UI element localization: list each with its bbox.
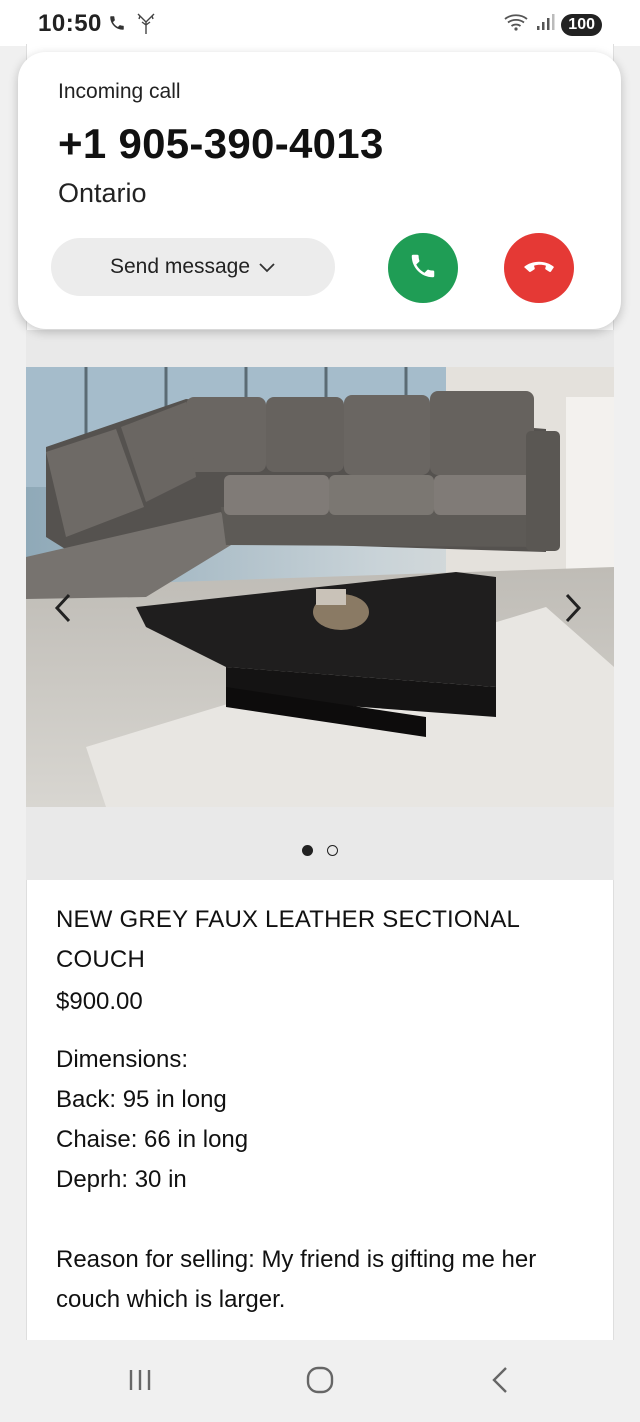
- listing-title: NEW GREY FAUX LEATHER SECTIONAL COUCH: [56, 906, 520, 973]
- back-icon: [490, 1365, 510, 1400]
- incoming-call-card: Incoming call +1 905-390-4013 Ontario Se…: [18, 52, 621, 329]
- back-button[interactable]: [480, 1366, 520, 1398]
- listing-price: $900.00: [56, 988, 143, 1015]
- status-time: 10:50: [38, 10, 102, 37]
- phone-accept-icon: [408, 251, 438, 286]
- status-left-icons: [108, 12, 158, 39]
- listing-details: NEW GREY FAUX LEATHER SECTIONAL COUCH $9…: [56, 900, 586, 1320]
- status-right-icons: 100: [503, 12, 602, 37]
- chevron-right-icon: [564, 592, 582, 629]
- description-line: Back: 95 in long: [56, 1086, 227, 1113]
- chevron-left-icon: [54, 592, 72, 629]
- listing-photo[interactable]: [26, 367, 614, 807]
- photo-gallery: [26, 330, 614, 880]
- home-button[interactable]: [300, 1366, 340, 1398]
- reason-for-selling: Reason for selling: My friend is gifting…: [56, 1246, 537, 1313]
- next-photo-button[interactable]: [558, 590, 588, 630]
- decline-call-button[interactable]: [504, 233, 574, 303]
- phone-icon: [108, 14, 126, 37]
- chevron-down-icon: [258, 255, 276, 279]
- home-icon: [305, 1365, 335, 1400]
- status-bar: 10:50 100: [0, 0, 640, 46]
- signal-icon: [535, 12, 555, 37]
- pagination-dot-2[interactable]: [327, 845, 338, 856]
- wifi-icon: [503, 12, 529, 37]
- recent-apps-button[interactable]: [120, 1366, 160, 1398]
- battery-badge: 100: [561, 13, 602, 36]
- description-line: Dimensions:: [56, 1046, 189, 1073]
- description-gap: [56, 1200, 586, 1240]
- gallery-pagination: [26, 845, 614, 856]
- phone-hangup-icon: [522, 256, 556, 281]
- pagination-dot-1[interactable]: [302, 845, 313, 856]
- send-message-button[interactable]: Send message: [51, 238, 335, 296]
- call-label: Incoming call: [58, 80, 181, 103]
- accept-call-button[interactable]: [388, 233, 458, 303]
- caller-location: Ontario: [58, 178, 147, 208]
- description-line: Chaise: 66 in long: [56, 1126, 249, 1153]
- caller-number: +1 905-390-4013: [58, 120, 384, 167]
- send-message-label: Send message: [109, 255, 251, 278]
- previous-photo-button[interactable]: [48, 590, 78, 630]
- listing-description: Dimensions: Back: 95 in long Chaise: 66 …: [56, 1040, 586, 1320]
- system-navigation-bar: [0, 1340, 640, 1422]
- description-line: Deprh: 30 in: [56, 1166, 187, 1193]
- tree-icon: [134, 12, 158, 39]
- recent-apps-icon: [126, 1367, 154, 1398]
